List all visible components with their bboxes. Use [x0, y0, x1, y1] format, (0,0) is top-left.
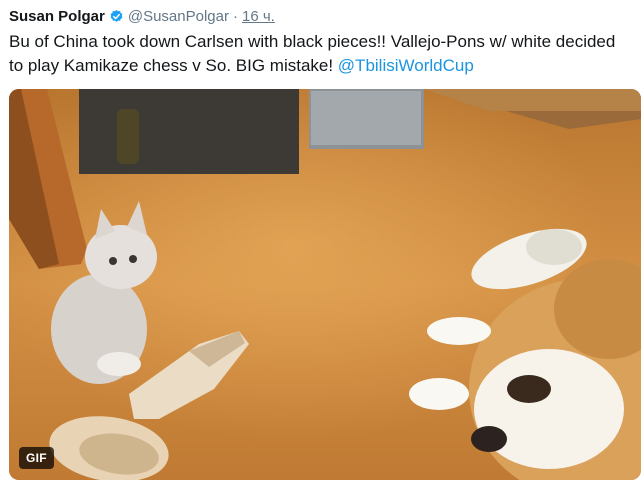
author-name[interactable]: Susan Polgar [9, 8, 105, 25]
separator-dot: · [232, 7, 238, 25]
tweet-timestamp[interactable]: 16 ч. [242, 8, 275, 25]
gif-media[interactable]: GIF [9, 89, 641, 480]
tweet-text: Bu of China took down Carlsen with black… [9, 30, 634, 78]
author-handle[interactable]: @SusanPolgar [128, 8, 229, 25]
gif-badge: GIF [19, 447, 54, 469]
verified-badge-icon [110, 9, 123, 22]
gif-frame-illustration [9, 89, 641, 480]
tweet-text-body: Bu of China took down Carlsen with black… [9, 32, 616, 75]
mention-link[interactable]: @TbilisiWorldCup [338, 56, 474, 75]
tweet-header: Susan Polgar @SusanPolgar · 16 ч. [9, 5, 275, 27]
